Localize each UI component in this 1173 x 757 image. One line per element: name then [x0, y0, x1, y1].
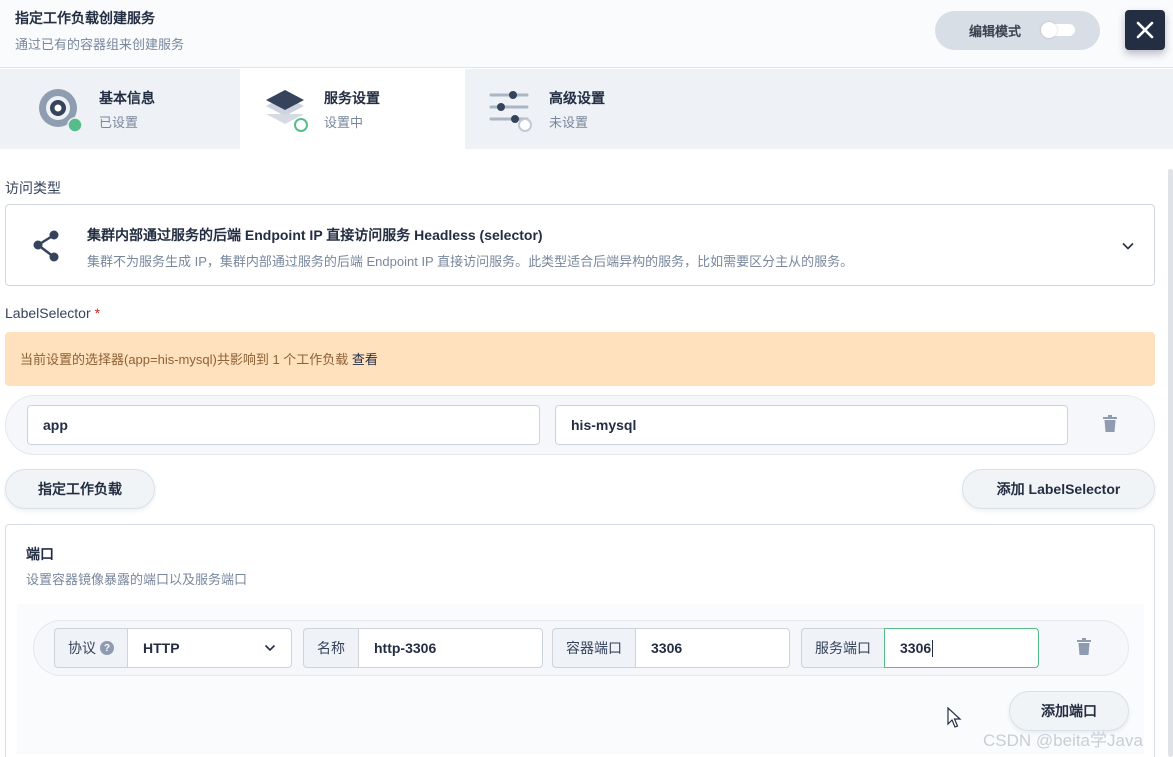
port-name-input[interactable]: http-3306 [358, 628, 543, 668]
container-port-group: 容器端口 3306 [552, 628, 790, 668]
chevron-down-icon [1122, 242, 1134, 250]
ports-container: 协议 ? HTTP 名称 http-3306 容器端口 3306 服务端口 33… [17, 604, 1144, 754]
selector-notice: 当前设置的选择器(app=his-mysql)共影响到 1 个工作负载 查看 [5, 332, 1155, 386]
label-value-input[interactable]: his-mysql [555, 405, 1068, 445]
port-row: 协议 ? HTTP 名称 http-3306 容器端口 3306 服务端口 33… [33, 620, 1129, 676]
step-state: 未设置 [549, 115, 589, 130]
add-port-button[interactable]: 添加端口 [1009, 691, 1129, 731]
access-type-label: 访问类型 [5, 180, 61, 196]
chevron-down-icon [264, 644, 276, 652]
step-name: 高级设置 [549, 90, 605, 106]
label-selector-row: app his-mysql [5, 395, 1155, 455]
protocol-label: 协议 [68, 640, 96, 656]
trash-icon[interactable] [1102, 415, 1118, 433]
trash-icon[interactable] [1076, 638, 1092, 656]
add-label-selector-button[interactable]: 添加 LabelSelector [962, 469, 1155, 509]
text-caret [932, 639, 934, 657]
protocol-group: 协议 ? HTTP [54, 628, 292, 668]
specify-workload-button[interactable]: 指定工作负载 [5, 469, 155, 509]
notice-view-link[interactable]: 查看 [352, 352, 378, 367]
edit-mode-toggle[interactable]: 编辑模式 [935, 11, 1100, 50]
required-mark: * [94, 305, 101, 321]
step-advanced-settings[interactable]: 高级设置 未设置 [465, 69, 690, 149]
modal-subtitle: 通过已有的容器组来创建服务 [15, 37, 185, 52]
modal-header: 指定工作负载创建服务 通过已有的容器组来创建服务 编辑模式 [0, 0, 1173, 68]
notice-text: 当前设置的选择器(app=his-mysql)共影响到 1 个工作负载 [20, 352, 349, 367]
service-port-value: 3306 [900, 640, 932, 656]
step-service-settings[interactable]: 服务设置 设置中 [240, 69, 465, 149]
name-group: 名称 http-3306 [303, 628, 543, 668]
service-port-group: 服务端口 3306 [801, 628, 1039, 668]
name-addon: 名称 [303, 628, 358, 668]
mouse-cursor-icon [947, 707, 962, 728]
ports-section: 端口 设置容器镜像暴露的端口以及服务端口 协议 ? HTTP 名称 http-3… [5, 524, 1155, 757]
ports-title: 端口 [26, 546, 54, 562]
label-selector-label: LabelSelector * [5, 305, 100, 321]
modal-title: 指定工作负载创建服务 [15, 10, 155, 26]
label-selector-text: LabelSelector [5, 305, 91, 321]
close-icon [1136, 21, 1154, 39]
protocol-addon: 协议 ? [54, 628, 127, 668]
protocol-value: HTTP [143, 640, 180, 656]
share-nodes-icon [33, 230, 59, 262]
container-port-input[interactable]: 3306 [635, 628, 790, 668]
step-tabs: 基本信息 已设置 服务设置 设置中 高级设置 未设置 [0, 69, 1173, 149]
edit-mode-label: 编辑模式 [969, 24, 1022, 39]
service-layers-icon [266, 90, 308, 132]
service-port-input[interactable]: 3306 [884, 628, 1039, 668]
watermark: CSDN @beita学Java [983, 731, 1143, 750]
step-name: 基本信息 [99, 90, 155, 106]
help-icon[interactable]: ? [100, 641, 114, 655]
label-key-input[interactable]: app [27, 405, 540, 445]
access-type-description: 集群不为服务生成 IP，集群内部通过服务的后端 Endpoint IP 直接访问… [87, 254, 854, 269]
container-port-addon: 容器端口 [552, 628, 635, 668]
info-icon [39, 89, 82, 132]
access-type-select[interactable]: 集群内部通过服务的后端 Endpoint IP 直接访问服务 Headless … [5, 204, 1155, 286]
form-content: 访问类型 集群内部通过服务的后端 Endpoint IP 直接访问服务 Head… [0, 149, 1173, 757]
step-name: 服务设置 [324, 90, 380, 106]
close-button[interactable] [1125, 10, 1165, 50]
step-state: 已设置 [99, 115, 139, 130]
service-port-addon: 服务端口 [801, 628, 884, 668]
protocol-select[interactable]: HTTP [127, 628, 292, 668]
step-basic-info[interactable]: 基本信息 已设置 [0, 69, 225, 149]
access-type-title: 集群内部通过服务的后端 Endpoint IP 直接访问服务 Headless … [87, 227, 543, 243]
step-state: 设置中 [324, 115, 364, 130]
ports-description: 设置容器镜像暴露的端口以及服务端口 [26, 572, 248, 587]
sliders-icon [489, 91, 532, 132]
toggle-switch[interactable] [1041, 22, 1075, 38]
scrollbar[interactable] [1168, 169, 1173, 757]
